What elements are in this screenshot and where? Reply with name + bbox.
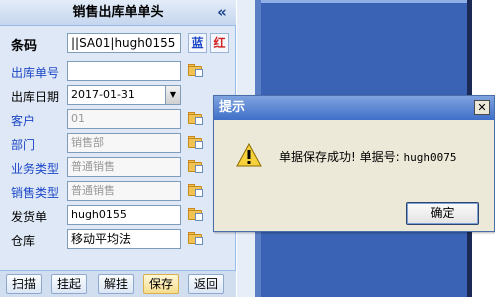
- order-no-row: 出库单号: [0, 61, 236, 82]
- warehouse-row: 仓库 移动平均法: [0, 229, 236, 250]
- hold-button[interactable]: 挂起: [51, 274, 87, 294]
- save-button[interactable]: 保存: [143, 274, 179, 294]
- red-button[interactable]: 红: [210, 33, 229, 53]
- date-select[interactable]: 2017-01-31 ▼: [67, 85, 181, 105]
- delivery-input[interactable]: hugh0155: [67, 205, 181, 225]
- customer-row: 客户 01: [0, 109, 236, 130]
- business-type-input[interactable]: 普通销售: [67, 157, 181, 177]
- dialog-doc-number: hugh0075: [403, 151, 457, 164]
- department-row: 部门 销售部: [0, 133, 236, 154]
- date-value: 2017-01-31: [71, 88, 135, 101]
- dialog-message-text: 单据保存成功! 单据号:: [279, 150, 404, 164]
- warehouse-input[interactable]: 移动平均法: [67, 229, 181, 249]
- dialog-message: 单据保存成功! 单据号: hugh0075: [279, 148, 456, 165]
- bottom-toolbar: 扫描 挂起 解挂 保存 返回: [0, 270, 236, 297]
- folder-picker-icon[interactable]: [188, 63, 204, 78]
- blue-button[interactable]: 蓝: [188, 33, 207, 53]
- business-type-label[interactable]: 业务类型: [11, 160, 59, 177]
- back-button[interactable]: 返回: [188, 274, 224, 294]
- folder-picker-icon[interactable]: [188, 231, 204, 246]
- order-no-input[interactable]: [67, 61, 181, 81]
- dialog-titlebar: 提示 ✕: [214, 96, 494, 120]
- department-input[interactable]: 销售部: [67, 133, 181, 153]
- date-label: 出库日期: [11, 90, 60, 104]
- panel-header: 销售出库单单头 «: [0, 0, 236, 26]
- folder-picker-icon[interactable]: [188, 135, 204, 150]
- ok-button[interactable]: 确定: [406, 202, 479, 225]
- date-row: 出库日期 2017-01-31 ▼: [0, 85, 236, 106]
- barcode-label: 条码: [11, 39, 38, 54]
- warehouse-label: 仓库: [11, 234, 36, 248]
- panel-title: 销售出库单单头: [72, 5, 164, 20]
- customer-label[interactable]: 客户: [11, 112, 35, 129]
- background-top-edge: [261, 0, 467, 3]
- collapse-icon[interactable]: «: [214, 4, 230, 20]
- folder-picker-icon[interactable]: [188, 159, 204, 174]
- sales-type-row: 销售类型 普通销售: [0, 181, 236, 202]
- barcode-input[interactable]: ||SA01|hugh0155: [67, 33, 181, 53]
- release-button[interactable]: 解挂: [98, 274, 134, 294]
- close-icon[interactable]: ✕: [474, 100, 490, 115]
- sales-type-input[interactable]: 普通销售: [67, 181, 181, 201]
- barcode-row: 条码 ||SA01|hugh0155 蓝 红: [0, 33, 236, 54]
- message-dialog: 提示 ✕ 单据保存成功! 单据号: hugh0075 确定: [213, 95, 495, 232]
- delivery-row: 发货单 hugh0155: [0, 205, 236, 226]
- department-label[interactable]: 部门: [11, 136, 35, 153]
- dialog-title: 提示: [219, 100, 246, 115]
- folder-picker-icon[interactable]: [188, 111, 204, 126]
- delivery-label: 发货单: [11, 210, 48, 224]
- business-type-row: 业务类型 普通销售: [0, 157, 236, 178]
- chevron-down-icon[interactable]: ▼: [165, 86, 180, 104]
- customer-input[interactable]: 01: [67, 109, 181, 129]
- order-no-label[interactable]: 出库单号: [11, 64, 59, 81]
- folder-picker-icon[interactable]: [188, 207, 204, 222]
- form-panel: 销售出库单单头 « 条码 ||SA01|hugh0155 蓝 红 出库单号 出库…: [0, 0, 236, 297]
- folder-picker-icon[interactable]: [188, 183, 204, 198]
- scan-button[interactable]: 扫描: [6, 274, 42, 294]
- warning-icon: [236, 143, 262, 167]
- sales-type-label[interactable]: 销售类型: [11, 184, 59, 201]
